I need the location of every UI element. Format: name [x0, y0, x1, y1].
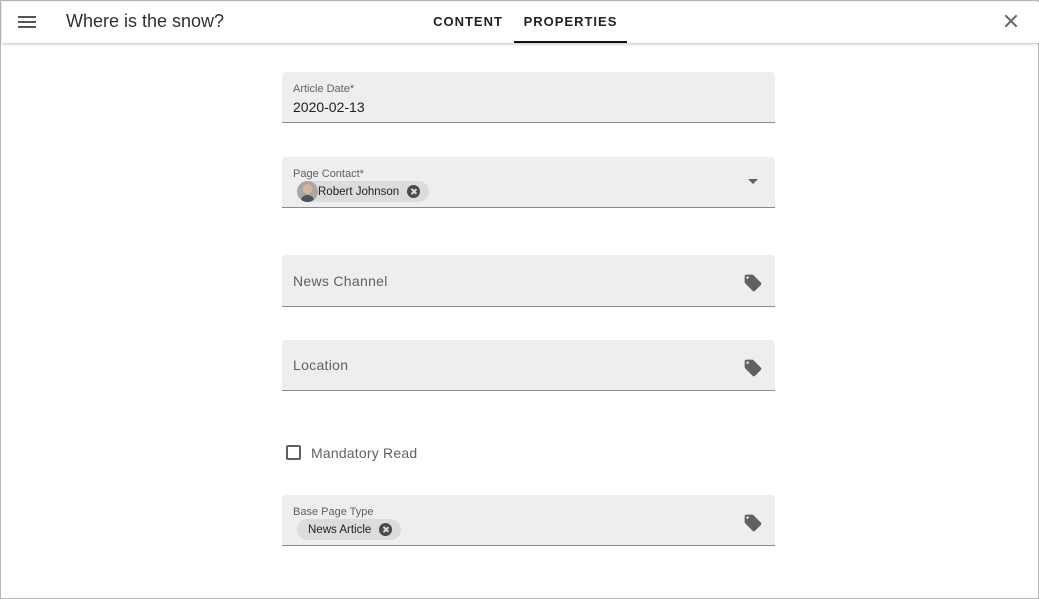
base-page-type-chip-label: News Article	[308, 523, 372, 536]
base-page-type-chip[interactable]: News Article	[297, 519, 402, 540]
location-placeholder: Location	[293, 357, 349, 373]
page-contact-field[interactable]: Page Contact* Robert Johnson	[282, 157, 775, 208]
article-date-value[interactable]: 2020-02-13	[293, 99, 365, 115]
app-bar: Where is the snow? CONTENT PROPERTIES	[2, 2, 1039, 43]
base-page-type-field[interactable]: Base Page Type News Article	[282, 495, 775, 546]
tab-properties[interactable]: PROPERTIES	[514, 2, 627, 43]
page-contact-chip[interactable]: Robert Johnson	[297, 181, 430, 202]
mandatory-read-checkbox[interactable]	[286, 445, 301, 460]
article-date-label: Article Date*	[293, 83, 355, 95]
chip-remove-icon[interactable]	[407, 185, 421, 198]
mandatory-read-label[interactable]: Mandatory Read	[311, 445, 417, 461]
active-tab-indicator	[514, 41, 627, 43]
tag-icon[interactable]	[743, 513, 763, 533]
location-field[interactable]: Location	[282, 340, 775, 391]
tab-content[interactable]: CONTENT	[422, 2, 514, 43]
article-date-field[interactable]: Article Date* 2020-02-13	[282, 72, 775, 123]
page-contact-chip-label: Robert Johnson	[318, 185, 400, 198]
tag-icon[interactable]	[743, 358, 763, 378]
avatar	[297, 181, 318, 202]
dropdown-arrow-icon[interactable]	[748, 179, 758, 184]
tag-icon[interactable]	[743, 273, 763, 293]
menu-icon[interactable]	[18, 13, 36, 31]
page-title: Where is the snow?	[66, 11, 225, 31]
app-window: Where is the snow? CONTENT PROPERTIES Ar…	[0, 0, 1039, 599]
base-page-type-label: Base Page Type	[293, 506, 374, 518]
news-channel-field[interactable]: News Channel	[282, 255, 775, 307]
chip-remove-icon[interactable]	[379, 523, 393, 536]
page-contact-label: Page Contact*	[293, 168, 364, 180]
close-icon[interactable]	[1001, 11, 1021, 31]
news-channel-placeholder: News Channel	[293, 273, 388, 289]
